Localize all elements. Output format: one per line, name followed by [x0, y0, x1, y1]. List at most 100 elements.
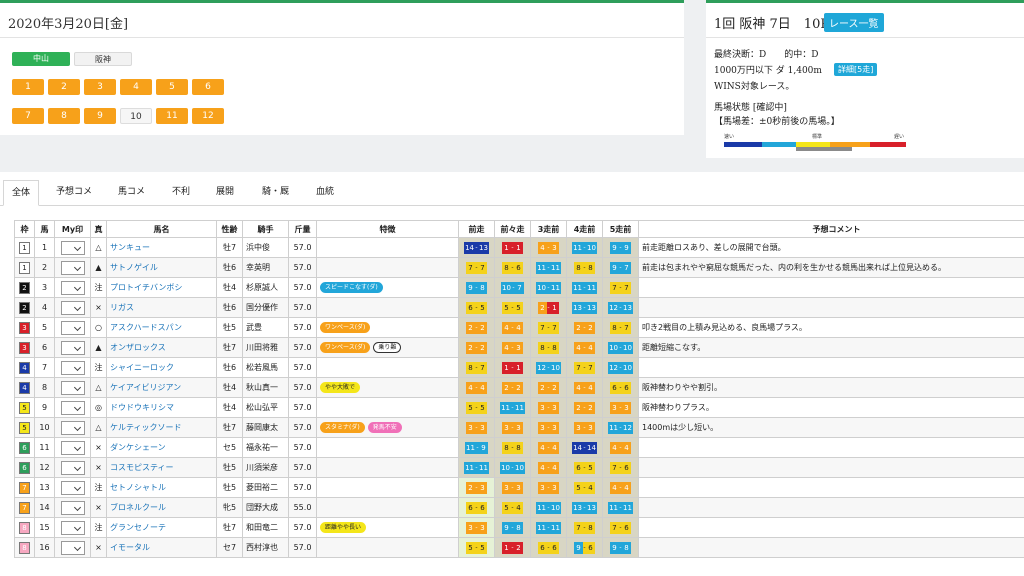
passing-order[interactable]: 10-10 [500, 461, 525, 474]
passing-order[interactable]: 11-10 [572, 241, 597, 254]
passing-order[interactable]: 2-2 [466, 341, 487, 354]
tab-horse-comment[interactable]: 馬コメ [118, 184, 145, 197]
my-mark-select[interactable] [60, 380, 85, 395]
passing-order[interactable]: 2-2 [502, 381, 523, 394]
passing-order[interactable]: 7-6 [610, 521, 631, 534]
my-mark-select[interactable] [60, 500, 85, 515]
passing-order[interactable]: 8-8 [538, 341, 559, 354]
my-mark-select[interactable] [60, 300, 85, 315]
passing-order[interactable]: 11-12 [608, 421, 633, 434]
passing-order[interactable]: 7-7 [538, 321, 559, 334]
passing-order[interactable]: 7-7 [574, 361, 595, 374]
passing-order[interactable]: 4-3 [502, 341, 523, 354]
passing-order[interactable]: 8-7 [610, 321, 631, 334]
horse-name-link[interactable]: サンキュー [110, 243, 150, 252]
horse-name-link[interactable]: ケイアイビリジアン [110, 383, 181, 392]
passing-order[interactable]: 6-6 [538, 541, 559, 554]
my-mark-select[interactable] [60, 520, 85, 535]
passing-order[interactable]: 4-4 [502, 321, 523, 334]
race-button-2[interactable]: 2 [48, 79, 80, 95]
detail-button[interactable]: 詳細[5走] [834, 63, 878, 76]
race-button-11[interactable]: 11 [156, 108, 188, 124]
passing-order[interactable]: 13-13 [572, 301, 597, 314]
passing-order[interactable]: 3-3 [538, 401, 559, 414]
horse-name-link[interactable]: セトノシャトル [110, 483, 166, 492]
horse-name-link[interactable]: オンザロックス [110, 343, 166, 352]
my-mark-select[interactable] [60, 320, 85, 335]
race-button-12[interactable]: 12 [192, 108, 224, 124]
passing-order[interactable]: 11-11 [536, 521, 561, 534]
horse-name-link[interactable]: ブロネルクール [110, 503, 166, 512]
passing-order[interactable]: 9-8 [502, 521, 523, 534]
passing-order[interactable]: 10-11 [536, 281, 561, 294]
passing-order[interactable]: 1-1 [502, 241, 523, 254]
passing-order[interactable]: 5-4 [502, 501, 523, 514]
my-mark-select[interactable] [60, 240, 85, 255]
horse-name-link[interactable]: シャイニーロック [110, 363, 174, 372]
passing-order[interactable]: 1-1 [502, 361, 523, 374]
horse-name-link[interactable]: サトノゲイル [110, 263, 158, 272]
my-mark-select[interactable] [60, 420, 85, 435]
my-mark-select[interactable] [60, 540, 85, 555]
venue-tab-hanshin[interactable]: 阪神 [74, 52, 132, 66]
passing-order[interactable]: 4-4 [538, 461, 559, 474]
passing-order[interactable]: 1-2 [502, 541, 523, 554]
race-button-3[interactable]: 3 [84, 79, 116, 95]
tab-bloodline[interactable]: 血統 [316, 184, 334, 197]
passing-order[interactable]: 9-8 [610, 541, 631, 554]
passing-order[interactable]: 11-11 [500, 401, 525, 414]
passing-order[interactable]: 13-13 [572, 501, 597, 514]
passing-order[interactable]: 2-2 [574, 321, 595, 334]
passing-order[interactable]: 4-4 [538, 441, 559, 454]
passing-order[interactable]: 4-4 [574, 341, 595, 354]
passing-order[interactable]: 14-14 [572, 441, 597, 454]
race-list-button[interactable]: レース一覧 [824, 13, 884, 32]
passing-order[interactable]: 7-8 [574, 521, 595, 534]
passing-order[interactable]: 8-8 [574, 261, 595, 274]
passing-order[interactable]: 5-4 [574, 481, 595, 494]
my-mark-select[interactable] [60, 400, 85, 415]
race-button-1[interactable]: 1 [12, 79, 44, 95]
passing-order[interactable]: 12-10 [536, 361, 561, 374]
passing-order[interactable]: 3-3 [574, 421, 595, 434]
passing-order[interactable]: 11-9 [465, 441, 488, 454]
horse-name-link[interactable]: イモータル [110, 543, 150, 552]
passing-order[interactable]: 11-11 [464, 461, 489, 474]
passing-order[interactable]: 9-9 [610, 241, 631, 254]
passing-order[interactable]: 4-3 [538, 241, 559, 254]
passing-order[interactable]: 9-8 [466, 281, 487, 294]
passing-order[interactable]: 11-10 [536, 501, 561, 514]
passing-order[interactable]: 3-3 [466, 521, 487, 534]
passing-order[interactable]: 6-6 [466, 501, 487, 514]
my-mark-select[interactable] [60, 340, 85, 355]
passing-order[interactable]: 12-10 [608, 361, 633, 374]
race-button-7[interactable]: 7 [12, 108, 44, 124]
passing-order[interactable]: 14-13 [464, 241, 489, 254]
passing-order[interactable]: 11-11 [572, 281, 597, 294]
passing-order[interactable]: 2-1 [538, 301, 559, 314]
passing-order[interactable]: 4-4 [466, 381, 487, 394]
passing-order[interactable]: 4-4 [610, 481, 631, 494]
my-mark-select[interactable] [60, 440, 85, 455]
horse-name-link[interactable]: グランセノーテ [110, 523, 166, 532]
passing-order[interactable]: 5-5 [466, 541, 487, 554]
passing-order[interactable]: 2-3 [466, 481, 487, 494]
passing-order[interactable]: 12-13 [608, 301, 633, 314]
passing-order[interactable]: 2-2 [538, 381, 559, 394]
my-mark-select[interactable] [60, 460, 85, 475]
race-button-4[interactable]: 4 [120, 79, 152, 95]
horse-name-link[interactable]: コスモピスティー [110, 463, 174, 472]
passing-order[interactable]: 5-5 [466, 401, 487, 414]
passing-order[interactable]: 4-4 [574, 381, 595, 394]
passing-order[interactable]: 3-3 [466, 421, 487, 434]
tab-jockey-stable[interactable]: 騎・厩 [262, 184, 289, 197]
passing-order[interactable]: 6-5 [466, 301, 487, 314]
tab-disadvantage[interactable]: 不利 [172, 184, 190, 197]
passing-order[interactable]: 11-11 [608, 501, 633, 514]
my-mark-select[interactable] [60, 480, 85, 495]
my-mark-select[interactable] [60, 260, 85, 275]
venue-tab-nakayama[interactable]: 中山 [12, 52, 70, 66]
passing-order[interactable]: 3-3 [610, 401, 631, 414]
passing-order[interactable]: 8-6 [502, 261, 523, 274]
tab-pace[interactable]: 展開 [216, 184, 234, 197]
